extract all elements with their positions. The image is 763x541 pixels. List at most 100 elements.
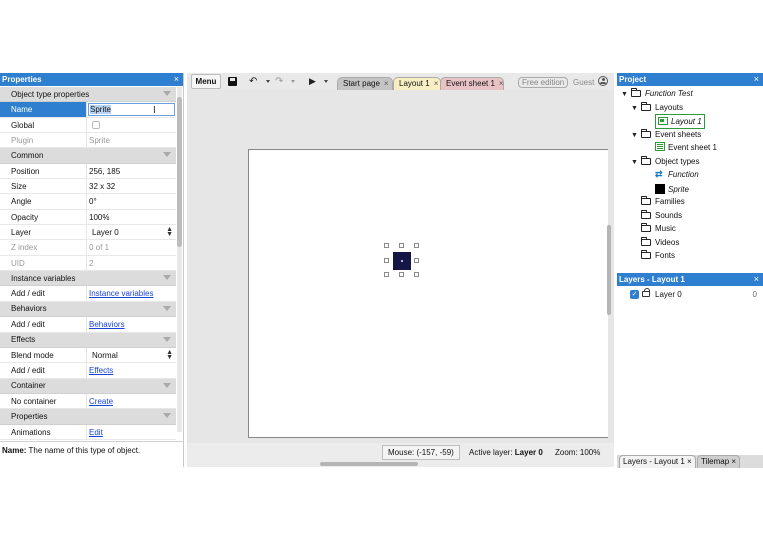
- tree-item-function-test[interactable]: ▼ Function Test: [621, 87, 693, 100]
- properties-scroll-thumb[interactable]: [177, 97, 182, 247]
- property-value[interactable]: [87, 118, 176, 132]
- property-value[interactable]: Effects: [87, 363, 176, 377]
- play-dropdown-icon[interactable]: [324, 80, 328, 83]
- expand-arrow-icon[interactable]: ▼: [631, 102, 641, 115]
- property-row-add-edit[interactable]: Add / edit Behaviors: [0, 317, 176, 333]
- link-instance-variables[interactable]: Instance variables: [89, 289, 153, 298]
- property-value[interactable]: Normal ▲ ▼: [87, 348, 176, 362]
- select-arrows-icon[interactable]: ▲ ▼: [166, 226, 173, 238]
- tab-layout-1[interactable]: Layout 1 ×: [393, 77, 441, 90]
- collapse-arrow-icon[interactable]: [163, 413, 171, 419]
- tab-close-icon[interactable]: ×: [384, 79, 389, 88]
- property-value[interactable]: Behaviors: [87, 317, 176, 331]
- collapse-arrow-icon[interactable]: [163, 382, 171, 388]
- undo-icon[interactable]: ↶: [249, 74, 257, 89]
- redo-icon[interactable]: ↷: [275, 74, 283, 89]
- user-icon[interactable]: [598, 76, 608, 86]
- undo-dropdown-icon[interactable]: [266, 80, 270, 83]
- expand-arrow-icon[interactable]: ▼: [631, 156, 641, 169]
- layer-row[interactable]: ✓ Layer 0 0: [617, 288, 763, 301]
- tab-tilemap[interactable]: Tilemap ×: [697, 455, 741, 468]
- property-row-global[interactable]: Global: [0, 117, 176, 134]
- tab-close-icon[interactable]: ×: [731, 457, 736, 466]
- resize-handle[interactable]: [384, 258, 389, 263]
- collapse-arrow-icon[interactable]: [163, 305, 171, 311]
- sprite-instance[interactable]: [393, 252, 411, 270]
- layout-horizontal-scrollbar[interactable]: [320, 462, 418, 466]
- resize-handle[interactable]: [384, 243, 389, 248]
- tab-close-icon[interactable]: ×: [687, 457, 692, 466]
- property-value[interactable]: Sprite I: [87, 102, 176, 116]
- property-value[interactable]: Create: [87, 394, 176, 408]
- resize-handle[interactable]: [399, 243, 404, 248]
- property-row-name[interactable]: Name Sprite I: [0, 102, 176, 118]
- layout-vertical-scrollbar[interactable]: [607, 225, 611, 315]
- property-value[interactable]: Instance variables: [87, 286, 176, 300]
- tab-close-icon[interactable]: ×: [499, 79, 504, 88]
- save-icon[interactable]: [226, 74, 238, 89]
- tab-event-sheet-1[interactable]: Event sheet 1 ×: [440, 77, 504, 90]
- tree-item-fonts[interactable]: Fonts: [641, 249, 675, 262]
- select-arrows-icon[interactable]: ▲ ▼: [166, 349, 173, 361]
- tree-item-event-sheet-1[interactable]: Event sheet 1: [655, 141, 717, 154]
- property-row-plugin[interactable]: Plugin Sprite: [0, 133, 176, 149]
- tree-item-sprite[interactable]: Sprite: [655, 182, 689, 195]
- resize-handle[interactable]: [414, 243, 419, 248]
- resize-handle[interactable]: [384, 272, 389, 277]
- layer-visible-checkbox[interactable]: ✓: [630, 290, 639, 299]
- layout-view[interactable]: [187, 90, 614, 443]
- tree-item-object-types[interactable]: ▼ Object types: [631, 155, 699, 168]
- property-value[interactable]: 100%: [87, 210, 176, 224]
- section-effects[interactable]: Effects: [0, 332, 176, 348]
- expand-arrow-icon[interactable]: ▼: [621, 88, 631, 101]
- property-row-add-edit[interactable]: Add / edit Effects: [0, 363, 176, 379]
- select-value[interactable]: Normal: [89, 351, 118, 360]
- resize-handle[interactable]: [414, 258, 419, 263]
- play-icon[interactable]: ▶: [309, 74, 316, 89]
- property-row-no-container[interactable]: No container Create: [0, 393, 176, 410]
- tree-item-families[interactable]: Families: [641, 195, 685, 208]
- property-value[interactable]: 0°: [87, 194, 176, 208]
- guest-label[interactable]: Guest: [573, 77, 594, 88]
- resize-handle[interactable]: [399, 272, 404, 277]
- name-input[interactable]: Sprite: [88, 103, 175, 116]
- property-row-add-edit[interactable]: Add / edit Instance variables: [0, 286, 176, 302]
- property-row-position[interactable]: Position 256, 185: [0, 163, 176, 180]
- tab-close-icon[interactable]: ×: [434, 79, 439, 88]
- section-container[interactable]: Container: [0, 378, 176, 394]
- collapse-arrow-icon[interactable]: [163, 91, 171, 96]
- redo-dropdown-icon[interactable]: [291, 80, 295, 83]
- property-row-size[interactable]: Size 32 x 32: [0, 179, 176, 195]
- section-properties[interactable]: Properties: [0, 409, 176, 425]
- property-value[interactable]: 256, 185: [87, 164, 176, 178]
- section-instance-variables[interactable]: Instance variables: [0, 271, 176, 287]
- section-object-type-properties[interactable]: Object type properties: [0, 87, 176, 103]
- tree-item-videos[interactable]: Videos: [641, 236, 679, 249]
- global-checkbox[interactable]: [92, 120, 100, 129]
- property-value[interactable]: Edit: [87, 425, 176, 439]
- collapse-arrow-icon[interactable]: [163, 336, 171, 342]
- tree-item-event-sheets[interactable]: ▼ Event sheets: [631, 128, 701, 141]
- link-edit[interactable]: Edit: [89, 428, 103, 437]
- tree-item-layouts[interactable]: ▼ Layouts: [631, 101, 683, 114]
- tree-item-sounds[interactable]: Sounds: [641, 209, 682, 222]
- collapse-arrow-icon[interactable]: [163, 275, 171, 281]
- menu-button[interactable]: Menu: [191, 74, 221, 89]
- property-row-z-index[interactable]: Z index 0 of 1: [0, 240, 176, 256]
- link-effects[interactable]: Effects: [89, 366, 113, 375]
- properties-scrollbar[interactable]: [177, 87, 182, 432]
- tree-item-layout-1[interactable]: Layout 1: [655, 114, 705, 129]
- tab-start-page[interactable]: Start page ×: [337, 77, 393, 90]
- property-value[interactable]: 32 x 32: [87, 179, 176, 193]
- lock-icon[interactable]: [642, 288, 650, 297]
- collapse-arrow-icon[interactable]: [163, 152, 171, 158]
- tab-layers[interactable]: Layers - Layout 1 ×: [619, 455, 696, 468]
- tree-item-music[interactable]: Music: [641, 222, 676, 235]
- layout-canvas[interactable]: [248, 149, 608, 438]
- resize-handle[interactable]: [414, 272, 419, 277]
- properties-close-button[interactable]: ×: [174, 73, 179, 86]
- property-value[interactable]: Layer 0 ▲ ▼: [87, 225, 176, 239]
- free-edition-badge[interactable]: Free edition: [518, 77, 569, 88]
- property-row-angle[interactable]: Angle 0°: [0, 194, 176, 210]
- select-value[interactable]: Layer 0: [89, 228, 119, 237]
